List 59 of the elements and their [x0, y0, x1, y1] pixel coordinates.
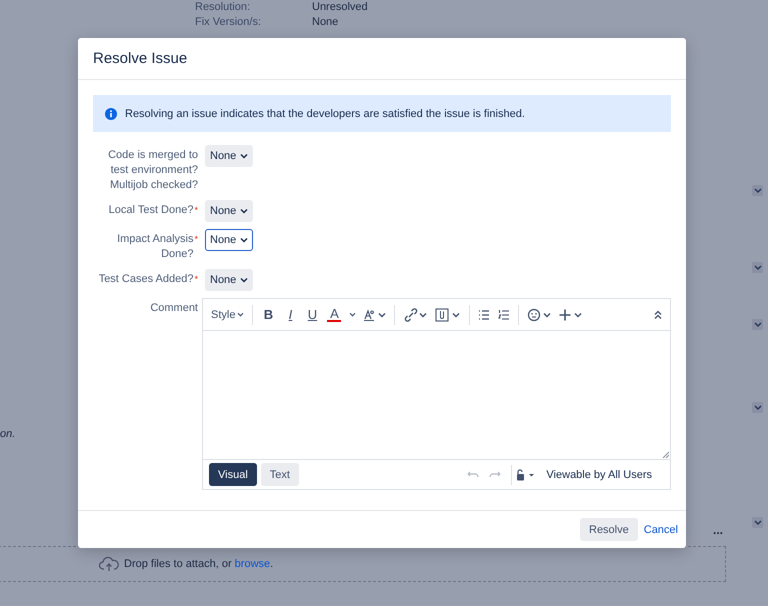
unlocked-padlock-icon[interactable] [516, 468, 536, 480]
resize-grip-icon[interactable] [662, 451, 669, 458]
info-icon [105, 108, 117, 120]
visibility-label[interactable]: Viewable by All Users [546, 468, 652, 480]
field-label: Fix Version/s: [195, 15, 262, 30]
select-dropdown[interactable]: None [205, 200, 254, 222]
link-icon[interactable] [403, 308, 428, 322]
caret-icon [240, 208, 248, 214]
required-mark: * [194, 204, 198, 217]
info-text: Resolving an issue indicates that the developers are satisfied the issue is finished. [125, 108, 525, 120]
collapse-chevron-button[interactable] [752, 262, 763, 273]
format-button[interactable]: A [327, 307, 342, 322]
collapse-chevron-button[interactable] [752, 402, 763, 413]
field-value: None [312, 15, 338, 30]
body-text: on. [0, 428, 16, 440]
caret-icon [240, 153, 248, 159]
field-label: Impact Analysis Done? [116, 232, 194, 262]
editor-mode-tab[interactable]: Text [260, 463, 299, 486]
dropzone-text: Drop files to attach, or browse. [124, 558, 274, 570]
editor-mode-tab[interactable]: Visual [209, 463, 257, 486]
collapse-chevron-button[interactable] [752, 517, 763, 528]
more-menu[interactable]: ... [713, 523, 724, 537]
required-mark: * [194, 233, 198, 246]
select-dropdown[interactable]: None [205, 145, 254, 167]
cloud-upload-icon [99, 556, 119, 572]
required-mark: * [194, 273, 198, 286]
caret-icon [240, 237, 248, 243]
format-button[interactable]: I [283, 307, 298, 322]
chevron-down-icon [754, 520, 762, 526]
chevron-down-icon [754, 404, 762, 410]
plus-icon[interactable] [559, 308, 584, 322]
emoji-icon[interactable] [527, 308, 552, 322]
field-label: Code is merged to test environment? Multijob checked? [107, 148, 198, 193]
caret-icon [349, 312, 356, 317]
chevron-down-icon [754, 322, 762, 328]
numbered-list-icon[interactable] [498, 308, 510, 320]
format-button[interactable]: U [305, 307, 320, 322]
style-menu[interactable]: Style [211, 308, 244, 320]
field-label: Local Test Done? [108, 203, 194, 218]
field-label: Comment [150, 301, 198, 316]
clear-formatting-icon[interactable] [364, 308, 386, 322]
chevron-down-icon [754, 264, 762, 270]
field-label: Resolution: [195, 0, 252, 15]
collapse-chevron-button[interactable] [752, 319, 763, 330]
format-button[interactable]: B [261, 307, 276, 322]
caret-icon [240, 277, 248, 283]
select-dropdown[interactable]: None [205, 229, 254, 251]
collapse-chevron-button[interactable] [752, 185, 763, 196]
attachment-icon[interactable] [435, 308, 462, 322]
dialog-title: Resolve Issue [93, 50, 188, 67]
field-value: Unresolved [312, 0, 368, 15]
caret-icon [237, 312, 244, 317]
chevron-down-icon [754, 188, 762, 194]
cancel-link[interactable]: Cancel [644, 524, 678, 536]
collapse-toolbar-icon[interactable] [654, 310, 662, 320]
bullet-list-icon[interactable] [478, 308, 490, 320]
resolve-button[interactable]: Resolve [580, 518, 638, 541]
select-dropdown[interactable]: None [205, 269, 254, 291]
field-label: Test Cases Added? [98, 272, 194, 287]
